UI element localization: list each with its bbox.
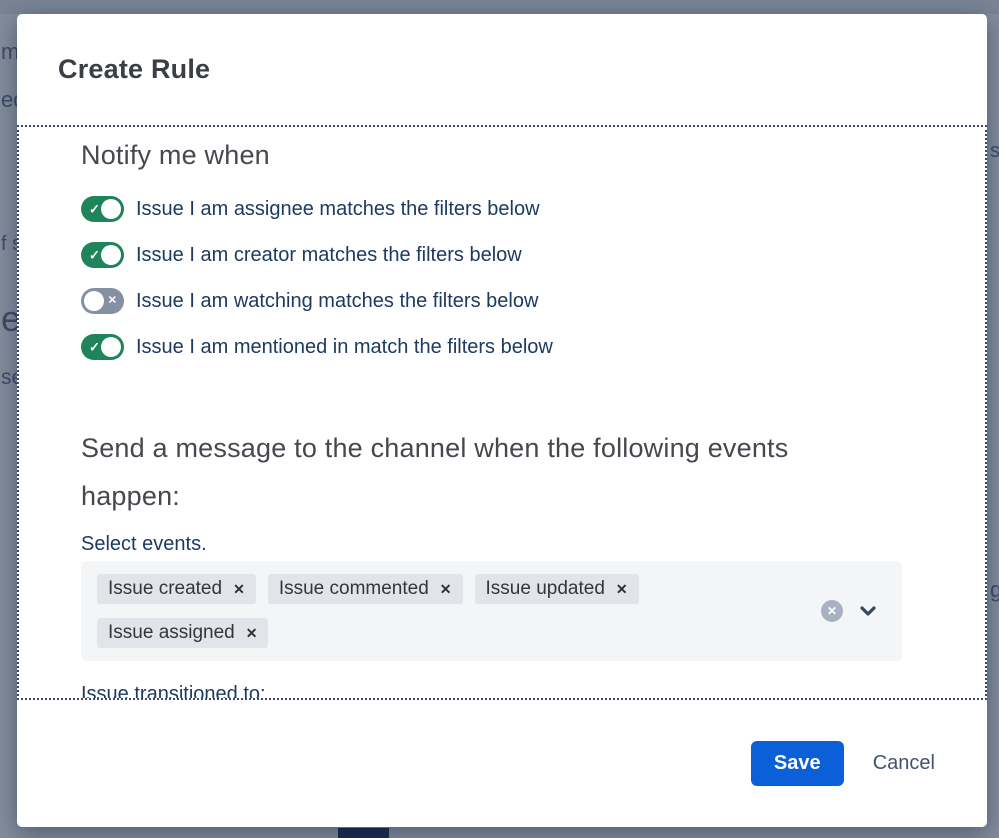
remove-tag-icon[interactable]: ✕ xyxy=(246,626,258,640)
event-tag-label: Issue assigned xyxy=(108,622,235,643)
issue-transitioned-label: Issue transitioned to: xyxy=(81,683,266,700)
background-text-fragment: s xyxy=(990,140,999,162)
background-page-button-fragment xyxy=(338,828,389,838)
toggle-row: ✓ Issue I am assignee matches the filters… xyxy=(81,196,901,222)
modal-title: Create Rule xyxy=(58,54,211,84)
event-tag: Issue updated ✕ xyxy=(474,574,639,604)
event-tag: Issue commented ✕ xyxy=(267,574,463,604)
save-button[interactable]: Save xyxy=(750,741,844,786)
modal-header: Create Rule xyxy=(17,14,987,125)
modal-scroll-area[interactable]: Notify me when ✓ Issue I am assignee matc… xyxy=(17,125,987,700)
select-events-label: Select events. xyxy=(81,533,207,555)
multiselect-controls: ✕ xyxy=(821,600,878,622)
cross-icon: ✕ xyxy=(107,294,117,307)
remove-tag-icon[interactable]: ✕ xyxy=(616,582,628,596)
toggle-knob xyxy=(101,245,121,265)
events-multiselect[interactable]: Issue created ✕ Issue commented ✕ Issue upda… xyxy=(81,561,902,661)
events-section-heading: Send a message to the channel when the f… xyxy=(81,433,789,511)
remove-tag-icon[interactable]: ✕ xyxy=(440,582,452,596)
background-text-fragment: g xyxy=(990,577,999,602)
event-tag-label: Issue created xyxy=(108,578,223,599)
modal-footer: Save Cancel xyxy=(17,700,987,827)
check-icon: ✓ xyxy=(89,247,100,263)
toggle-switch[interactable]: ✓ xyxy=(81,196,124,222)
event-tag-label: Issue commented xyxy=(278,578,429,599)
cancel-button[interactable]: Cancel xyxy=(873,752,935,775)
chevron-down-icon[interactable] xyxy=(858,604,878,618)
toggle-switch[interactable]: ✕ xyxy=(81,288,124,314)
event-tag-label: Issue updated xyxy=(485,578,605,599)
toggle-label: Issue I am watching matches the filters … xyxy=(136,289,539,312)
notify-toggle-list: ✓ Issue I am assignee matches the filters… xyxy=(81,196,901,360)
event-tag: Issue assigned ✕ xyxy=(97,618,269,648)
toggle-knob xyxy=(101,337,121,357)
check-icon: ✓ xyxy=(89,339,100,355)
remove-tag-icon[interactable]: ✕ xyxy=(233,582,245,596)
toggle-knob xyxy=(101,199,121,219)
toggle-label: Issue I am mentioned in match the filter… xyxy=(136,335,553,358)
notify-section-heading: Notify me when xyxy=(81,140,270,170)
check-icon: ✓ xyxy=(89,201,100,217)
toggle-knob xyxy=(84,291,104,311)
clear-all-icon[interactable]: ✕ xyxy=(821,600,843,622)
toggle-row: ✕ Issue I am watching matches the filters… xyxy=(81,288,901,314)
toggle-row: ✓ Issue I am creator matches the filters … xyxy=(81,242,901,268)
toggle-label: Issue I am assignee matches the filters … xyxy=(136,197,540,220)
event-tag: Issue created ✕ xyxy=(97,574,256,604)
toggle-label: Issue I am creator matches the filters b… xyxy=(136,243,522,266)
toggle-switch[interactable]: ✓ xyxy=(81,334,124,360)
toggle-switch[interactable]: ✓ xyxy=(81,242,124,268)
background-page-topbar xyxy=(0,0,999,14)
create-rule-modal: Create Rule Notify me when ✓ Issue I am a… xyxy=(17,14,987,827)
toggle-row: ✓ Issue I am mentioned in match the filte… xyxy=(81,334,901,360)
